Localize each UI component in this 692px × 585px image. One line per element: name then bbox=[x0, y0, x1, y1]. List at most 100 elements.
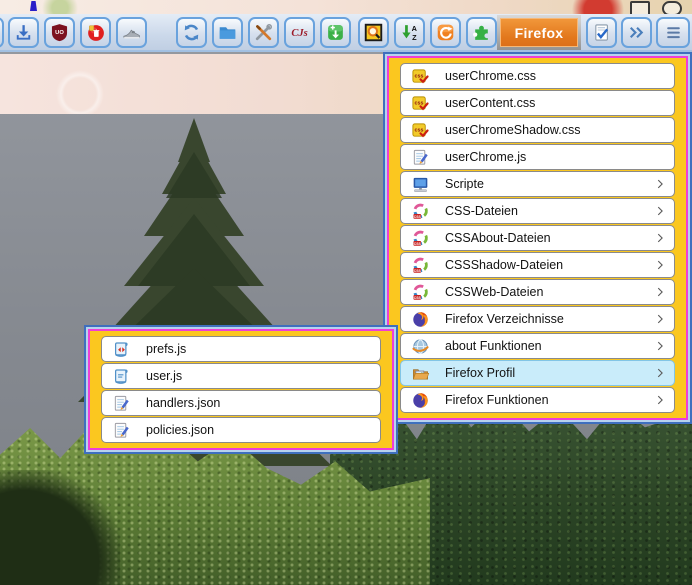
clear-cache-icon bbox=[88, 25, 104, 41]
menu-item-firefox-profil[interactable]: Firefox Profil bbox=[400, 360, 675, 386]
overflow-button[interactable] bbox=[621, 17, 652, 48]
menu-item-label: userChromeShadow.css bbox=[445, 123, 581, 137]
submenu-item-label: user.js bbox=[146, 369, 183, 383]
download-icon bbox=[16, 25, 31, 40]
css-file-icon: css bbox=[410, 66, 430, 86]
submenu-chevron-icon bbox=[657, 341, 663, 351]
page-search-icon bbox=[364, 23, 383, 42]
session-check-button[interactable] bbox=[586, 17, 617, 48]
sort-az-icon: A Z bbox=[402, 24, 418, 42]
folder-icon bbox=[219, 27, 236, 39]
page-search-button[interactable] bbox=[358, 17, 389, 48]
menu-item-firefox-verzeichnisse[interactable]: Firefox Verzeichnisse bbox=[400, 306, 675, 332]
menu-item-css-dateien[interactable]: CSS CSS-Dateien bbox=[400, 198, 675, 224]
submenu-item-user-js[interactable]: user.js bbox=[101, 363, 381, 389]
menu-item-label: Scripte bbox=[445, 177, 484, 191]
userchromejs-button[interactable]: CJs bbox=[284, 17, 315, 48]
clipped-toolbar-button[interactable] bbox=[0, 17, 4, 48]
menu-item-cssshadow-dateien[interactable]: CSS CSSShadow-Dateien bbox=[400, 252, 675, 278]
menu-item-about-funktionen[interactable]: about Funktionen bbox=[400, 333, 675, 359]
sync-button[interactable] bbox=[176, 17, 207, 48]
svg-text:css: css bbox=[414, 127, 423, 133]
restart-icon bbox=[437, 24, 454, 41]
menu-item-label: Firefox Profil bbox=[445, 366, 516, 380]
menu-item-userchrome-css[interactable]: css userChrome.css bbox=[400, 63, 675, 89]
css-swirl-icon: CSS bbox=[410, 255, 430, 275]
session-check-icon bbox=[595, 24, 609, 41]
svg-text:css: css bbox=[414, 100, 423, 106]
overflow-chevron-icon bbox=[629, 27, 644, 38]
menu-item-usercontent-css[interactable]: css userContent.css bbox=[400, 90, 675, 116]
sort-az-button[interactable]: A Z bbox=[394, 17, 425, 48]
user-scroll-icon bbox=[111, 366, 131, 386]
tools-button[interactable] bbox=[248, 17, 279, 48]
ublock-shield-icon: UO bbox=[51, 24, 68, 42]
css-swirl-icon: CSS bbox=[410, 282, 430, 302]
menu-item-label: userContent.css bbox=[445, 96, 536, 110]
css-swirl-icon: CSS bbox=[410, 201, 430, 221]
menu-item-label: userChrome.css bbox=[445, 69, 536, 83]
js-edit-icon bbox=[410, 147, 430, 167]
menu-item-label: Firefox Verzeichnisse bbox=[445, 312, 564, 326]
submenu-item-policies-json[interactable]: policies.json bbox=[101, 417, 381, 443]
svg-text:CSS: CSS bbox=[413, 268, 421, 272]
download-button[interactable] bbox=[8, 17, 39, 48]
sneaker-button[interactable] bbox=[116, 17, 147, 48]
puzzle-button[interactable] bbox=[466, 17, 497, 48]
userchromejs-icon: CJs bbox=[291, 28, 307, 39]
menu-item-userchrome-js[interactable]: userChrome.js bbox=[400, 144, 675, 170]
submenu-chevron-icon bbox=[657, 287, 663, 297]
menu-item-label: CSSWeb-Dateien bbox=[445, 285, 544, 299]
menu-item-userchromeshadow-css[interactable]: css userChromeShadow.css bbox=[400, 117, 675, 143]
firefox-profil-submenu: prefs.js user.js handlers.json policies.… bbox=[84, 325, 398, 454]
prefs-scroll-icon bbox=[111, 339, 131, 359]
menu-item-label: about Funktionen bbox=[445, 339, 542, 353]
hamburger-menu-icon bbox=[666, 27, 680, 39]
clear-cache-button[interactable] bbox=[80, 17, 111, 48]
ublock-button[interactable]: UO bbox=[44, 17, 75, 48]
submenu-chevron-icon bbox=[657, 206, 663, 216]
svg-text:A: A bbox=[412, 24, 418, 33]
addon-install-button[interactable] bbox=[320, 17, 351, 48]
submenu-item-prefs-js[interactable]: prefs.js bbox=[101, 336, 381, 362]
restart-button[interactable] bbox=[430, 17, 461, 48]
css-swirl-icon: CSS bbox=[410, 228, 430, 248]
menu-item-label: CSSShadow-Dateien bbox=[445, 258, 564, 272]
dark-bush-shadow bbox=[0, 470, 120, 585]
firefox-menu-button-label: Firefox bbox=[514, 24, 564, 41]
svg-text:UO: UO bbox=[55, 30, 64, 36]
firefox-logo-icon bbox=[410, 309, 430, 329]
svg-text:CJs: CJs bbox=[291, 28, 307, 39]
svg-text:Z: Z bbox=[412, 33, 417, 42]
firefox-dropdown-menu: css userChrome.css css userContent.css c… bbox=[383, 52, 692, 424]
menu-item-label: CSSAbout-Dateien bbox=[445, 231, 551, 245]
scripts-monitor-icon bbox=[410, 174, 430, 194]
submenu-item-handlers-json[interactable]: handlers.json bbox=[101, 390, 381, 416]
sneaker-icon bbox=[123, 29, 141, 39]
menu-item-cssweb-dateien[interactable]: CSS CSSWeb-Dateien bbox=[400, 279, 675, 305]
firefox-logo-icon bbox=[410, 390, 430, 410]
profile-folder-icon bbox=[410, 363, 430, 383]
submenu-chevron-icon bbox=[657, 395, 663, 405]
svg-text:CSS: CSS bbox=[413, 241, 421, 245]
js-edit-icon bbox=[111, 393, 131, 413]
css-file-icon: css bbox=[410, 93, 430, 113]
folder-button[interactable] bbox=[212, 17, 243, 48]
svg-text:CSS: CSS bbox=[413, 214, 421, 218]
hamburger-menu-button[interactable] bbox=[656, 17, 690, 48]
menu-item-firefox-funktionen[interactable]: Firefox Funktionen bbox=[400, 387, 675, 413]
svg-text:css: css bbox=[414, 73, 423, 79]
menu-item-cssabout-dateien[interactable]: CSS CSSAbout-Dateien bbox=[400, 225, 675, 251]
css-file-icon: css bbox=[410, 120, 430, 140]
pen-decoration bbox=[30, 1, 37, 11]
main-toolbar: UO CJs A Z Firefox bbox=[0, 14, 692, 52]
submenu-chevron-icon bbox=[657, 179, 663, 189]
menu-item-label: Firefox Funktionen bbox=[445, 393, 549, 407]
firefox-menu-button[interactable]: Firefox bbox=[497, 15, 581, 50]
menu-item-scripte[interactable]: Scripte bbox=[400, 171, 675, 197]
submenu-item-label: policies.json bbox=[146, 423, 215, 437]
submenu-item-label: handlers.json bbox=[146, 396, 221, 410]
tools-icon bbox=[255, 23, 273, 41]
puzzle-icon bbox=[473, 25, 488, 40]
svg-text:CSS: CSS bbox=[413, 295, 421, 299]
